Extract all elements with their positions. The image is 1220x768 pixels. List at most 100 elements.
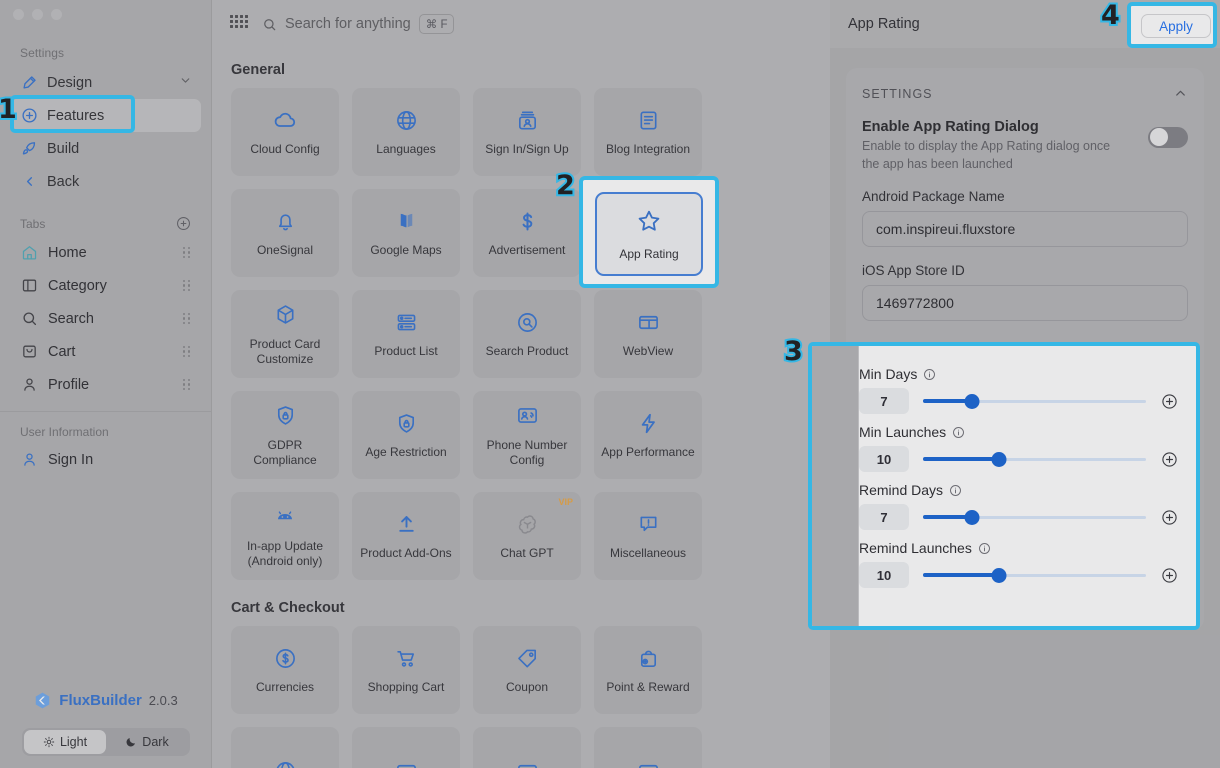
sidebar-tab-category[interactable]: Category <box>10 269 201 302</box>
feature-card-gdpr-compliance[interactable]: GDPR Compliance <box>231 391 339 479</box>
slider-remind-days[interactable] <box>923 508 1146 526</box>
feature-card-currencies[interactable]: Currencies <box>231 626 339 714</box>
settings-section-header[interactable]: SETTINGS <box>862 86 1188 101</box>
sidebar-item-back[interactable]: Back <box>10 165 201 198</box>
sidebar-tab-cart[interactable]: Cart <box>10 335 201 368</box>
slider-row: 7 <box>859 388 1178 414</box>
highlight-box-sliders: Min Days 7 Min Launches 10 Remind Days 7… <box>808 342 1200 630</box>
feature-card-in-app-update[interactable]: In-app Update (Android only) <box>231 492 339 580</box>
window-traffic-lights[interactable] <box>13 9 62 20</box>
add-icon[interactable] <box>1160 509 1178 526</box>
brand: FluxBuilder 2.0.3 <box>0 691 211 710</box>
sidebar-item-build[interactable]: Build <box>10 132 201 165</box>
highlight-box-app-rating-card: App Rating <box>579 176 719 288</box>
slider-knob[interactable] <box>991 451 1007 467</box>
feature-card-onesignal[interactable]: OneSignal <box>231 189 339 277</box>
tab-label: Cart <box>48 343 76 360</box>
close-window-button[interactable] <box>13 9 24 20</box>
ios-app-store-id-input[interactable]: 1469772800 <box>862 285 1188 322</box>
info-icon[interactable] <box>949 484 962 497</box>
feature-card-app-rating[interactable]: App Rating <box>595 192 703 276</box>
slider-value-remind-days[interactable]: 7 <box>859 504 909 530</box>
enable-app-rating-title: Enable App Rating Dialog <box>862 119 1039 135</box>
add-icon[interactable] <box>1160 451 1178 468</box>
brand-version: 2.0.3 <box>148 693 178 708</box>
theme-toggle[interactable]: Light Dark <box>22 728 190 756</box>
apps-grid-icon[interactable] <box>230 15 248 33</box>
feature-card-advertisement[interactable]: Advertisement <box>473 189 581 277</box>
minimize-window-button[interactable] <box>32 9 43 20</box>
drag-handle-icon[interactable] <box>183 379 191 390</box>
feature-card-partial[interactable] <box>352 727 460 768</box>
moon-icon <box>125 736 137 748</box>
feature-card-app-performance[interactable]: App Performance <box>594 391 702 479</box>
slider-min-days[interactable] <box>923 392 1146 410</box>
theme-light-label: Light <box>59 735 88 749</box>
feature-card-label: Shopping Cart <box>367 680 445 695</box>
slider-knob[interactable] <box>991 567 1007 583</box>
sidebar-item-sign-in[interactable]: Sign In <box>10 443 201 476</box>
slider-remind-launches[interactable] <box>923 566 1146 584</box>
android-icon <box>273 504 297 530</box>
sidebar-tab-home[interactable]: Home <box>10 236 201 269</box>
feature-card-shopping-cart[interactable]: Shopping Cart <box>352 626 460 714</box>
sidebar-item-label: Sign In <box>48 451 94 468</box>
feature-card-coupon[interactable]: Coupon <box>473 626 581 714</box>
feature-card-blog-integration[interactable]: Blog Integration <box>594 88 702 176</box>
vip-badge: VIP <box>558 497 573 507</box>
theme-option-light[interactable]: Light <box>24 730 106 754</box>
step-marker-3: 3 <box>782 336 805 367</box>
tab-label: Home <box>48 244 87 261</box>
feature-card-miscellaneous[interactable]: Miscellaneous <box>594 492 702 580</box>
feature-card-phone-number-config[interactable]: Phone Number Config <box>473 391 581 479</box>
sidebar-tab-search[interactable]: Search <box>10 302 201 335</box>
feature-card-label: Cloud Config <box>250 142 320 157</box>
slider-knob[interactable] <box>964 393 980 409</box>
feature-card-cloud-config[interactable]: Cloud Config <box>231 88 339 176</box>
theme-option-dark[interactable]: Dark <box>106 730 188 754</box>
add-tab-button[interactable] <box>176 216 191 231</box>
sidebar-tab-profile[interactable]: Profile <box>10 368 201 401</box>
slider-value-remind-launches[interactable]: 10 <box>859 562 909 588</box>
feature-card-product-list[interactable]: Product List <box>352 290 460 378</box>
dollar-circle-icon <box>274 645 297 671</box>
feature-card-product-card-customize[interactable]: Product Card Customize <box>231 290 339 378</box>
maximize-window-button[interactable] <box>51 9 62 20</box>
feature-card-languages[interactable]: Languages <box>352 88 460 176</box>
drag-handle-icon[interactable] <box>183 247 191 258</box>
android-package-name-input[interactable]: com.inspireui.fluxstore <box>862 211 1188 248</box>
info-icon[interactable] <box>923 368 936 381</box>
feature-card-age-restriction[interactable]: Age Restriction <box>352 391 460 479</box>
chevron-up-icon[interactable] <box>1173 86 1188 101</box>
feature-card-label: Languages <box>376 142 436 157</box>
slider-min-launches[interactable] <box>923 450 1146 468</box>
search-input[interactable]: Search for anything ⌘ F <box>262 14 455 34</box>
info-icon[interactable] <box>978 542 991 555</box>
apply-button[interactable]: Apply <box>1141 14 1211 38</box>
feature-card-point-reward[interactable]: Point & Reward <box>594 626 702 714</box>
info-icon[interactable] <box>952 426 965 439</box>
drag-handle-icon[interactable] <box>183 280 191 291</box>
feature-card-partial[interactable] <box>231 727 339 768</box>
feature-card-product-add-ons[interactable]: Product Add-Ons <box>352 492 460 580</box>
add-icon[interactable] <box>1160 567 1178 584</box>
shield-lock-icon <box>274 403 297 429</box>
feature-card-sign-in-sign-up[interactable]: Sign In/Sign Up <box>473 88 581 176</box>
feature-card-search-product[interactable]: Search Product <box>473 290 581 378</box>
chevron-down-icon[interactable] <box>179 74 192 91</box>
theme-dark-label: Dark <box>142 735 169 749</box>
feature-card-webview[interactable]: WebView <box>594 290 702 378</box>
enable-app-rating-toggle[interactable] <box>1148 126 1188 148</box>
slider-knob[interactable] <box>964 509 980 525</box>
drag-handle-icon[interactable] <box>183 346 191 357</box>
drag-handle-icon[interactable] <box>183 313 191 324</box>
feature-card-partial[interactable] <box>473 727 581 768</box>
add-icon[interactable] <box>1160 393 1178 410</box>
slider-value-min-days[interactable]: 7 <box>859 388 909 414</box>
slider-value-min-launches[interactable]: 10 <box>859 446 909 472</box>
tabs-header-label: Tabs <box>20 216 46 231</box>
feature-cards-cart-checkout: Currencies Shopping Cart Coupon Point & … <box>212 626 830 714</box>
feature-card-partial[interactable] <box>594 727 702 768</box>
feature-card-google-maps[interactable]: Google Maps <box>352 189 460 277</box>
feature-card-chat-gpt[interactable]: VIP Chat GPT <box>473 492 581 580</box>
